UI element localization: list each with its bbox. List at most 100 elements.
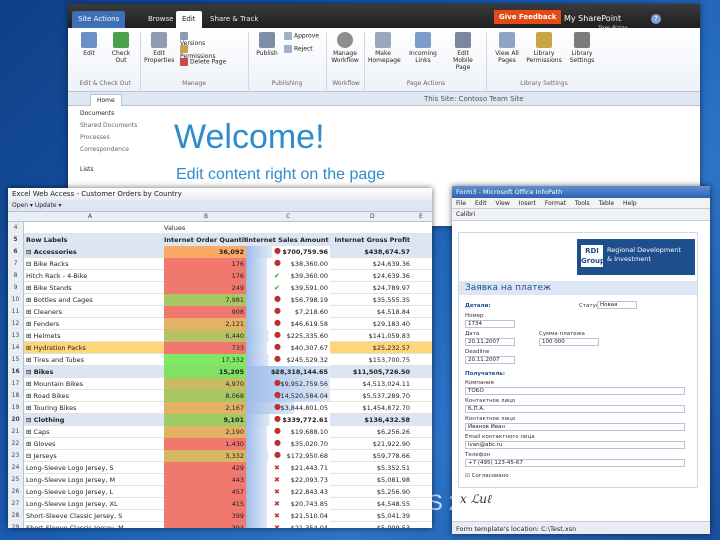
row-label[interactable]: ⊟ Clothing xyxy=(26,416,162,424)
menu-view[interactable]: View xyxy=(496,200,510,207)
row-label[interactable]: ⊞ Touring Bikes xyxy=(26,404,162,412)
company-field[interactable]: ТОБО xyxy=(465,387,685,395)
row-label[interactable]: Long-Sleeve Logo Jersey, L xyxy=(26,488,162,496)
deadline-field[interactable]: 20.11.2007 xyxy=(465,356,515,364)
row-label[interactable]: Long-Sleeve Logo Jersey, XL xyxy=(26,500,162,508)
menu-format[interactable]: Format xyxy=(545,200,566,207)
email-field[interactable]: ivan@abc.ru xyxy=(465,441,685,449)
table-row[interactable]: 18 ⊞ Road Bikes 8,068 $14,520,584.04 $5,537… xyxy=(8,390,432,402)
table-row[interactable]: 26 Long-Sleeve Logo Jersey, L 457 $22,843.… xyxy=(8,486,432,498)
column-b-header[interactable]: B xyxy=(204,213,208,220)
delete-page-button[interactable]: Delete Page xyxy=(180,58,240,66)
incoming-links-button[interactable]: Incoming Links xyxy=(408,32,438,64)
menu-insert[interactable]: Insert xyxy=(519,200,536,207)
table-row[interactable]: 21 ⊞ Caps 2,190 $19,688.10 $6,256.26 ● xyxy=(8,426,432,438)
row-label[interactable]: ⊞ Hydration Packs xyxy=(26,344,162,352)
tab-home[interactable]: Home xyxy=(90,94,122,106)
menu-help[interactable]: Help xyxy=(623,200,637,207)
column-c-header[interactable]: C xyxy=(286,213,290,220)
publish-button[interactable]: Publish xyxy=(252,32,282,57)
row-label[interactable]: ⊞ Caps xyxy=(26,428,162,436)
row-label[interactable]: ⊞ Helmets xyxy=(26,332,162,340)
number-field[interactable]: 1734 xyxy=(465,320,515,328)
give-feedback-button[interactable]: Give Feedback xyxy=(494,10,562,24)
tab-edit[interactable]: Edit xyxy=(176,11,202,28)
contact-person-field[interactable]: Иванов Иван xyxy=(465,423,685,431)
check-out-button[interactable]: Check Out xyxy=(106,32,136,64)
table-row[interactable]: 23 ⊟ Jerseys 3,332 $172,950.68 $59,778.66 ● xyxy=(8,450,432,462)
amount-field[interactable]: 100 000 xyxy=(539,338,599,346)
table-row[interactable]: 22 ⊞ Gloves 1,430 $35,020.70 $21,922.90 ● xyxy=(8,438,432,450)
row-label[interactable]: ⊞ Tires and Tubes xyxy=(26,356,162,364)
table-row[interactable]: 19 ⊞ Touring Bikes 2,167 $3,844,801.05 $1,4… xyxy=(8,402,432,414)
row-label[interactable]: ⊟ Bike Racks xyxy=(26,260,162,268)
my-sharepoint-link[interactable]: My SharePoint xyxy=(564,14,621,23)
reject-button[interactable]: Reject xyxy=(284,45,324,53)
table-row[interactable]: 8 Hitch Rack - 4-Bike 176 $39,360.00 $24,63… xyxy=(8,270,432,282)
edit-button[interactable]: Edit xyxy=(74,32,104,57)
excel-toolbar[interactable]: Open ▾ Update ▾ xyxy=(8,200,432,212)
table-row[interactable]: 15 ⊞ Tires and Tubes 17,332 $245,529.32 $15… xyxy=(8,354,432,366)
table-row[interactable]: 10 ⊞ Bottles and Cages 7,981 $56,798.19 $35… xyxy=(8,294,432,306)
nav-processes[interactable]: Processes xyxy=(80,132,152,144)
menu-file[interactable]: File xyxy=(456,200,466,207)
tab-browse[interactable]: Browse xyxy=(142,11,180,28)
view-all-pages-button[interactable]: View All Pages xyxy=(492,32,522,64)
table-row[interactable]: 28 Short-Sleeve Classic Jersey, S 399 $21,… xyxy=(8,510,432,522)
column-e-header[interactable]: E xyxy=(419,213,423,220)
table-row[interactable]: 11 ⊞ Cleaners 908 $7,218.60 $4,518.84 ● xyxy=(8,306,432,318)
table-row[interactable]: 13 ⊞ Helmets 6,440 $225,335.60 $141,059.83 ● xyxy=(8,330,432,342)
table-row[interactable]: 25 Long-Sleeve Logo Jersey, M 443 $22,093.… xyxy=(8,474,432,486)
nav-documents[interactable]: Documents xyxy=(80,108,152,120)
phone-field[interactable]: +7 (495) 123-45-67 xyxy=(465,459,685,467)
table-row[interactable]: 29 Short-Sleeve Classic Jersey, M 394 $21,… xyxy=(8,522,432,528)
table-row[interactable]: 9 ⊞ Bike Stands 249 $39,591.00 $24,789.97 ✔ xyxy=(8,282,432,294)
table-row[interactable]: 17 ⊞ Mountain Bikes 4,970 $9,952,759.56 $4,… xyxy=(8,378,432,390)
font-select[interactable]: Calibri xyxy=(456,211,475,218)
row-label[interactable]: ⊞ Gloves xyxy=(26,440,162,448)
status-select[interactable]: Новая xyxy=(597,301,637,309)
table-row[interactable]: 7 ⊟ Bike Racks 176 $38,360.00 $24,639.36 ● xyxy=(8,258,432,270)
nav-lists[interactable]: Lists xyxy=(80,164,152,176)
date-field[interactable]: 20.11.2007 xyxy=(465,338,515,346)
table-row[interactable]: 6 ⊟ Accessories 36,092 $700,759.96 $438,674.… xyxy=(8,246,432,258)
row-label[interactable]: ⊟ Accessories xyxy=(26,248,162,256)
table-row[interactable]: 24 Long-Sleeve Logo Jersey, S 429 $21,443.… xyxy=(8,462,432,474)
table-row[interactable]: 14 ⊞ Hydration Packs 733 $40,307.67 $25,232… xyxy=(8,342,432,354)
row-label[interactable]: ⊞ Mountain Bikes xyxy=(26,380,162,388)
menu-table[interactable]: Table xyxy=(599,200,615,207)
table-row[interactable]: 27 Long-Sleeve Logo Jersey, XL 415 $20,743… xyxy=(8,498,432,510)
row-label[interactable]: ⊞ Fenders xyxy=(26,320,162,328)
table-row[interactable]: 12 ⊞ Fenders 2,121 $46,619.58 $29,183.40 ● xyxy=(8,318,432,330)
tab-site-actions[interactable]: Site Actions xyxy=(72,11,126,28)
approve-button[interactable]: Approve xyxy=(284,32,324,40)
row-label[interactable]: ⊞ Bike Stands xyxy=(26,284,162,292)
row-label[interactable]: Hitch Rack - 4-Bike xyxy=(26,272,162,280)
manage-workflow-button[interactable]: Manage Workflow xyxy=(330,32,360,64)
row-label[interactable]: ⊟ Bikes xyxy=(26,368,162,376)
row-label[interactable]: ⊞ Bottles and Cages xyxy=(26,296,162,304)
row-label[interactable]: ⊞ Cleaners xyxy=(26,308,162,316)
library-permissions-button[interactable]: Library Permissions xyxy=(526,32,562,64)
row-label[interactable]: Long-Sleeve Logo Jersey, S xyxy=(26,464,162,472)
row-label[interactable]: ⊞ Road Bikes xyxy=(26,392,162,400)
nav-shared-documents[interactable]: Shared Documents xyxy=(80,120,152,132)
menu-edit[interactable]: Edit xyxy=(475,200,487,207)
library-settings-button[interactable]: Library Settings xyxy=(566,32,598,64)
column-d-header[interactable]: D xyxy=(370,213,375,220)
edit-mobile-page-button[interactable]: Edit Mobile Page xyxy=(448,32,478,71)
help-icon[interactable]: ? xyxy=(651,14,661,24)
row-label[interactable]: Short-Sleeve Classic Jersey, M xyxy=(26,524,162,528)
table-row[interactable]: 20 ⊟ Clothing 9,101 $339,772.61 $136,432.58 ● xyxy=(8,414,432,426)
row-label[interactable]: Short-Sleeve Classic Jersey, S xyxy=(26,512,162,520)
column-a-header[interactable]: A xyxy=(88,213,92,220)
edit-properties-button[interactable]: Edit Properties xyxy=(144,32,174,64)
row-label[interactable]: ⊟ Jerseys xyxy=(26,452,162,460)
menu-tools[interactable]: Tools xyxy=(575,200,590,207)
row-labels-header[interactable]: Row Labels xyxy=(26,236,162,244)
row-label[interactable]: Long-Sleeve Logo Jersey, M xyxy=(26,476,162,484)
table-row[interactable]: 16 ⊟ Bikes 15,205 $28,318,144.65 $11,505,726… xyxy=(8,366,432,378)
make-homepage-button[interactable]: Make Homepage xyxy=(368,32,401,64)
nav-correspondence[interactable]: Correspondence xyxy=(80,144,152,156)
tab-share-track[interactable]: Share & Track xyxy=(204,11,264,28)
